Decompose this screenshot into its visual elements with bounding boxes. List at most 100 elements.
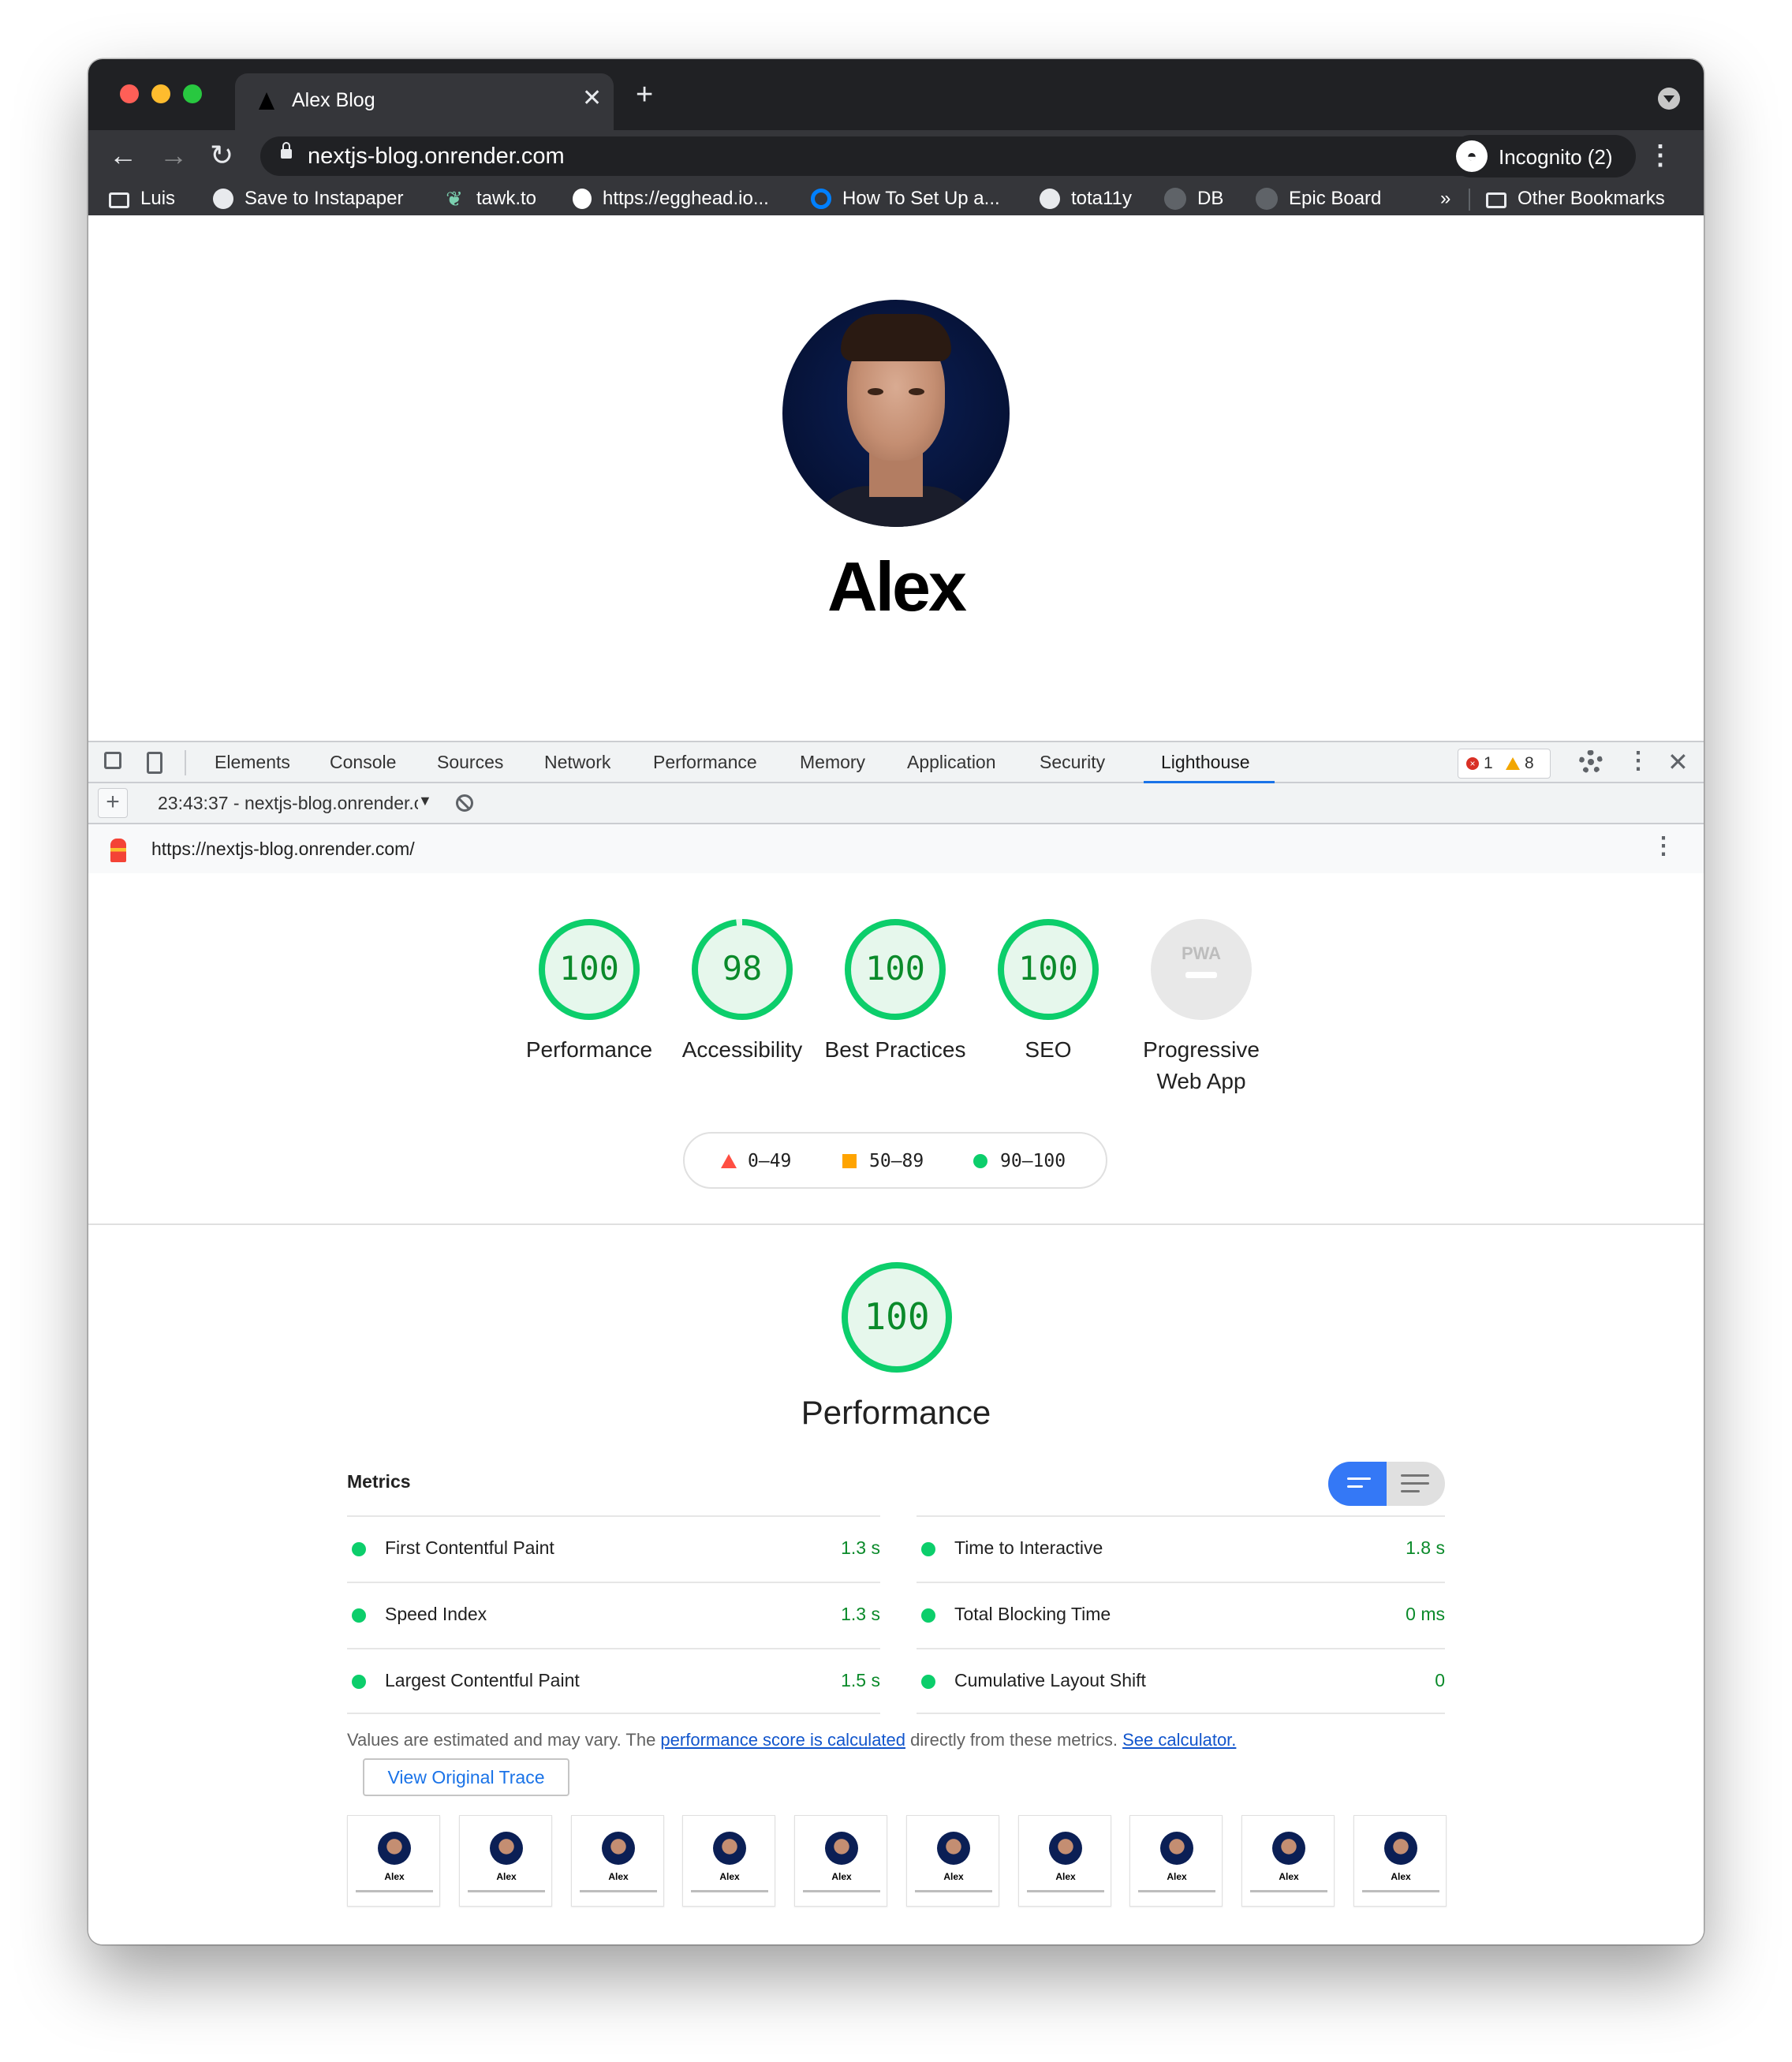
legend-fail: 0–49 [748, 1151, 792, 1171]
new-report-button[interactable]: + [98, 788, 128, 818]
tab-title: Alex Blog [292, 89, 375, 111]
gauge-seo[interactable]: 100 [995, 917, 1101, 1022]
bookmark-luis[interactable]: Luis [109, 182, 175, 215]
tab-elements[interactable]: Elements [215, 752, 290, 773]
frame-avatar [1049, 1832, 1082, 1865]
pass-circle-icon [973, 1154, 987, 1168]
minimize-window-button[interactable] [151, 84, 170, 103]
pwa-badge-background [1151, 919, 1252, 1020]
bookmark-tota11y[interactable]: tota11y [1040, 182, 1132, 215]
compact-view-button[interactable] [1328, 1462, 1387, 1506]
metric-row[interactable]: Speed Index 1.3 s [347, 1582, 880, 1648]
gauge-accessibility[interactable]: 98 [689, 917, 795, 1022]
frame-avatar [1160, 1832, 1193, 1865]
report-menu-icon[interactable]: ⋮ [1652, 832, 1675, 860]
browser-menu-icon[interactable]: ⋮ [1647, 140, 1674, 171]
metric-row[interactable]: Largest Contentful Paint 1.5 s [347, 1648, 880, 1714]
filmstrip-frame: Alex [1353, 1815, 1447, 1907]
close-devtools-icon[interactable]: ✕ [1667, 747, 1689, 777]
metric-row[interactable]: Total Blocking Time 0 ms [917, 1582, 1445, 1648]
device-toolbar-icon[interactable] [147, 752, 162, 774]
metric-value: 1.3 s [841, 1604, 880, 1624]
see-calculator-link[interactable]: See calculator. [1122, 1730, 1236, 1750]
warning-count: 8 [1525, 754, 1534, 772]
tab-console[interactable]: Console [330, 752, 396, 773]
gauge-progressive-web-app[interactable]: PWA [1148, 917, 1254, 1022]
metric-name: First Contentful Paint [385, 1537, 554, 1558]
tab-close-icon[interactable]: ✕ [582, 84, 602, 112]
filmstrip-frame: Alex [1241, 1815, 1335, 1907]
dropdown-caret-icon[interactable]: ▼ [418, 793, 432, 809]
gauge-performance[interactable]: 100 [536, 917, 642, 1022]
gauge-score: 100 [865, 949, 925, 988]
tab-security[interactable]: Security [1040, 752, 1105, 773]
bookmark-egghead[interactable]: https://egghead.io... [573, 182, 769, 215]
reload-icon[interactable]: ↻ [210, 140, 233, 171]
browser-window: Alex Blog ✕ + ← → ↻ nextjs-blog.onrender… [88, 59, 1704, 1944]
bookmark-db[interactable]: DB [1164, 182, 1223, 215]
inspect-element-icon[interactable] [104, 752, 121, 769]
settings-gear-icon[interactable] [1579, 750, 1603, 774]
metric-row[interactable]: Time to Interactive 1.8 s [917, 1515, 1445, 1582]
frame-heading: Alex [1055, 1871, 1076, 1882]
bookmark-epic-board[interactable]: Epic Board [1256, 182, 1381, 215]
frame-heading: Alex [1391, 1871, 1411, 1882]
close-window-button[interactable] [120, 84, 139, 103]
tab-network[interactable]: Network [544, 752, 610, 773]
metric-value: 0 ms [1406, 1604, 1445, 1624]
frame-subtitle-line [1027, 1890, 1104, 1892]
metric-row[interactable]: First Contentful Paint 1.3 s [347, 1515, 880, 1582]
metric-name: Speed Index [385, 1604, 487, 1624]
view-original-trace-button[interactable]: View Original Trace [363, 1758, 569, 1796]
forward-arrow-icon[interactable]: → [159, 140, 188, 171]
frame-subtitle-line [580, 1890, 657, 1892]
other-bookmarks[interactable]: Other Bookmarks [1486, 182, 1665, 215]
tab-application[interactable]: Application [907, 752, 996, 773]
expanded-view-button[interactable] [1387, 1462, 1445, 1506]
address-bar[interactable]: nextjs-blog.onrender.com ☆ [260, 136, 1522, 176]
browser-tab[interactable]: Alex Blog ✕ [235, 73, 614, 130]
clear-reports-icon[interactable] [456, 794, 473, 812]
tab-lighthouse[interactable]: Lighthouse [1161, 752, 1250, 773]
bookmark-label: DB [1197, 188, 1224, 209]
lock-icon[interactable] [281, 142, 292, 159]
gauge-best-practices[interactable]: 100 [842, 917, 948, 1022]
frame-heading: Alex [943, 1871, 964, 1882]
tab-sources[interactable]: Sources [437, 752, 503, 773]
bookmark-tawkto[interactable]: ❦ tawk.to [443, 182, 536, 215]
frame-avatar [825, 1832, 858, 1865]
bookmark-label: Epic Board [1289, 188, 1382, 209]
frame-subtitle-line [1362, 1890, 1439, 1892]
bookmarks-overflow-button[interactable]: » [1440, 182, 1450, 215]
new-tab-button[interactable]: + [636, 80, 653, 110]
frame-avatar [937, 1832, 970, 1865]
metric-name: Cumulative Layout Shift [954, 1670, 1146, 1690]
incognito-indicator[interactable]: ◓ Incognito (2) [1450, 135, 1636, 177]
tab-search-icon[interactable] [1658, 88, 1680, 110]
metric-name: Largest Contentful Paint [385, 1670, 580, 1690]
issues-counter[interactable]: × 1 8 [1458, 749, 1551, 779]
frame-heading: Alex [1167, 1871, 1187, 1882]
maximize-window-button[interactable] [183, 84, 202, 103]
report-select[interactable]: 23:43:37 - nextjs-blog.onrender.com [158, 793, 418, 814]
pass-circle-icon [352, 1675, 366, 1689]
metrics-view-toggle[interactable] [1328, 1462, 1445, 1506]
filmstrip-frame: Alex [571, 1815, 664, 1907]
average-square-icon [842, 1154, 857, 1168]
score-calculation-link[interactable]: performance score is calculated [660, 1730, 905, 1750]
gauge-label: Best Practices [824, 1037, 966, 1062]
github-icon [1256, 188, 1278, 210]
filmstrip-frame: Alex [1018, 1815, 1111, 1907]
back-arrow-icon[interactable]: ← [109, 140, 137, 171]
bookmark-instapaper[interactable]: Save to Instapaper [213, 182, 403, 215]
tab-performance[interactable]: Performance [653, 752, 757, 773]
lighthouse-toolbar: + 23:43:37 - nextjs-blog.onrender.com ▼ [88, 783, 1704, 824]
metric-value: 1.3 s [841, 1537, 880, 1558]
metrics-note: Values are estimated and may vary. The p… [347, 1730, 1236, 1750]
bookmark-digitalocean[interactable]: How To Set Up a... [811, 182, 1000, 215]
error-count: 1 [1484, 754, 1493, 772]
metric-row[interactable]: Cumulative Layout Shift 0 [917, 1648, 1445, 1714]
filmstrip-frame: Alex [347, 1815, 440, 1907]
devtools-menu-icon[interactable]: ⋮ [1626, 747, 1650, 775]
tab-memory[interactable]: Memory [800, 752, 865, 773]
